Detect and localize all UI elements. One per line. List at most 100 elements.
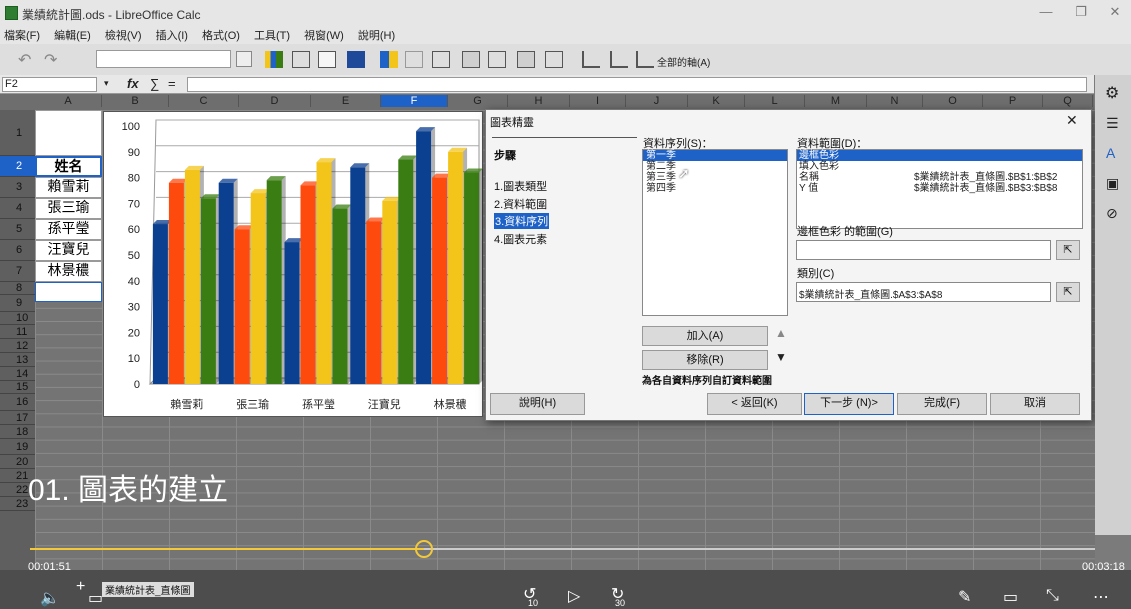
row-header[interactable]: 14 bbox=[0, 367, 35, 381]
column-header[interactable]: J bbox=[626, 95, 688, 107]
row-header[interactable]: 17 bbox=[0, 411, 35, 425]
redo-icon[interactable]: ↷ bbox=[44, 50, 57, 70]
formula-input[interactable] bbox=[187, 77, 1087, 92]
series-item[interactable]: 第四季 bbox=[643, 183, 787, 194]
row-header[interactable]: 11 bbox=[0, 325, 35, 339]
restore-icon[interactable]: ❐ bbox=[1070, 4, 1092, 22]
minimize-icon[interactable]: — bbox=[1035, 4, 1057, 22]
volume-icon[interactable]: 🔈 bbox=[40, 588, 60, 608]
sum-icon[interactable]: ∑ bbox=[150, 76, 159, 91]
column-header[interactable]: N bbox=[867, 95, 923, 107]
row-header[interactable]: 15 bbox=[0, 381, 35, 394]
row-header[interactable]: 18 bbox=[0, 425, 35, 439]
y-axis-icon[interactable] bbox=[545, 51, 563, 68]
styles-icon[interactable]: A bbox=[1106, 145, 1115, 161]
formula-icon[interactable]: = bbox=[168, 76, 176, 91]
step-chart-elements[interactable]: 4.圖表元素 bbox=[494, 231, 547, 247]
row-header[interactable]: 19 bbox=[0, 439, 35, 455]
column-header[interactable]: E bbox=[311, 95, 381, 107]
back-button[interactable]: < 返回(K) bbox=[707, 393, 802, 415]
select-range-button[interactable]: ⇱ bbox=[1056, 240, 1080, 260]
column-header[interactable]: C bbox=[169, 95, 239, 107]
data-table-icon[interactable] bbox=[292, 51, 310, 68]
more-icon[interactable]: ⋯ bbox=[1093, 587, 1109, 607]
chart-type-icon[interactable] bbox=[265, 51, 283, 68]
row-header[interactable]: 13 bbox=[0, 353, 35, 367]
row-header[interactable]: 10 bbox=[0, 312, 35, 325]
menu-tools[interactable]: 工具(T) bbox=[254, 30, 290, 42]
column-header[interactable]: P bbox=[983, 95, 1043, 107]
row-header[interactable]: 9 bbox=[0, 295, 35, 312]
range-row[interactable]: 填入色彩 bbox=[797, 161, 1082, 172]
select-categories-button[interactable]: ⇱ bbox=[1056, 282, 1080, 302]
series-item[interactable]: 第一季 bbox=[643, 150, 787, 161]
move-down-icon[interactable]: ▼ bbox=[775, 350, 787, 364]
cell-a7[interactable]: 林景穠 bbox=[35, 261, 102, 282]
menu-window[interactable]: 視窗(W) bbox=[304, 30, 344, 42]
cancel-button[interactable]: 取消 bbox=[990, 393, 1080, 415]
dialog-close-icon[interactable]: ✕ bbox=[1066, 112, 1078, 129]
fullscreen-exit-icon[interactable]: ⤡ bbox=[1046, 587, 1059, 605]
cell-a2-header[interactable]: 姓名 bbox=[35, 156, 102, 177]
range-row[interactable]: Y 值 $業績統計表_直條圖.$B$3:$B$8 bbox=[797, 183, 1082, 194]
column-header[interactable]: D bbox=[239, 95, 311, 107]
row-header[interactable]: 1 bbox=[0, 110, 35, 156]
cell-a5[interactable]: 孫平瑩 bbox=[35, 219, 102, 240]
finish-button[interactable]: 完成(F) bbox=[897, 393, 987, 415]
column-header[interactable]: Q bbox=[1043, 95, 1093, 107]
menu-help[interactable]: 說明(H) bbox=[358, 30, 395, 42]
chart-wall-icon[interactable] bbox=[347, 51, 365, 68]
cell-a4[interactable]: 張三瑜 bbox=[35, 198, 102, 219]
column-header[interactable]: L bbox=[745, 95, 805, 107]
all-axes-label[interactable]: 全部的軸(A) bbox=[657, 54, 710, 69]
properties-icon[interactable]: ☰ bbox=[1106, 115, 1119, 132]
axes-icon[interactable] bbox=[488, 51, 506, 68]
miniplayer-icon[interactable]: ▭ bbox=[1003, 587, 1018, 607]
column-header[interactable]: G bbox=[448, 95, 508, 107]
menu-file[interactable]: 檔案(F) bbox=[4, 30, 40, 42]
step-data-series[interactable]: 3.資料序列 bbox=[494, 213, 550, 229]
all-axes-icon[interactable] bbox=[636, 51, 654, 68]
data-series-list[interactable]: 第一季 第二季 第三季 第四季 bbox=[642, 149, 788, 316]
name-box-dropdown-icon[interactable]: ▾ bbox=[104, 78, 109, 89]
secondary-y-axis-icon[interactable] bbox=[610, 51, 628, 68]
step-data-range[interactable]: 2.資料範圍 bbox=[494, 196, 547, 212]
data-ranges-list[interactable]: 邊框色彩 填入色彩 名稱 $業績統計表_直條圖.$B$1:$B$2 Y 值 $業績統… bbox=[796, 149, 1083, 229]
row-header[interactable]: 8 bbox=[0, 282, 35, 295]
play-icon[interactable]: ▷ bbox=[568, 586, 580, 606]
row-header[interactable]: 5 bbox=[0, 219, 35, 240]
cell-a8[interactable] bbox=[35, 282, 102, 302]
sheet-tab[interactable]: 業績統計表_直條圖 bbox=[102, 582, 194, 597]
move-up-icon[interactable]: ▲ bbox=[775, 326, 787, 340]
remove-series-button[interactable]: 移除(R) bbox=[642, 350, 768, 370]
titles-icon[interactable] bbox=[462, 51, 480, 68]
column-header[interactable]: M bbox=[805, 95, 867, 107]
row-header[interactable]: 3 bbox=[0, 177, 35, 198]
menu-edit[interactable]: 編輯(E) bbox=[54, 30, 91, 42]
row-header[interactable]: 7 bbox=[0, 261, 35, 282]
captions-icon[interactable]: ▭ bbox=[88, 588, 103, 608]
menu-format[interactable]: 格式(O) bbox=[202, 30, 240, 42]
pen-icon[interactable]: ✎ bbox=[958, 587, 971, 607]
settings-icon[interactable]: ⚙ bbox=[1105, 83, 1119, 103]
progress-knob[interactable] bbox=[415, 540, 434, 558]
column-header[interactable]: O bbox=[923, 95, 983, 107]
cell-a6[interactable]: 汪寶兒 bbox=[35, 240, 102, 261]
categories-input[interactable]: $業績統計表_直條圖.$A$3:$A$8 bbox=[796, 282, 1051, 302]
navigator-icon[interactable]: ⊘ bbox=[1106, 205, 1118, 222]
add-sheet-icon[interactable]: + bbox=[76, 578, 85, 596]
x-axis-icon[interactable] bbox=[517, 51, 535, 68]
column-header[interactable]: F bbox=[381, 95, 448, 107]
horizontal-grids-icon[interactable] bbox=[432, 51, 450, 68]
menu-view[interactable]: 檢視(V) bbox=[105, 30, 142, 42]
undo-icon[interactable]: ↶ bbox=[18, 50, 31, 70]
row-header[interactable]: 2 bbox=[0, 156, 35, 177]
legend-icon[interactable] bbox=[405, 51, 423, 68]
help-button[interactable]: 說明(H) bbox=[490, 393, 585, 415]
range-row[interactable]: 名稱 $業績統計表_直條圖.$B$1:$B$2 bbox=[797, 172, 1082, 183]
range-for-input[interactable] bbox=[796, 240, 1051, 260]
column-header[interactable]: A bbox=[35, 95, 102, 107]
row-header[interactable]: 6 bbox=[0, 240, 35, 261]
legend-on-off-icon[interactable] bbox=[380, 51, 398, 68]
row-header[interactable]: 16 bbox=[0, 394, 35, 411]
